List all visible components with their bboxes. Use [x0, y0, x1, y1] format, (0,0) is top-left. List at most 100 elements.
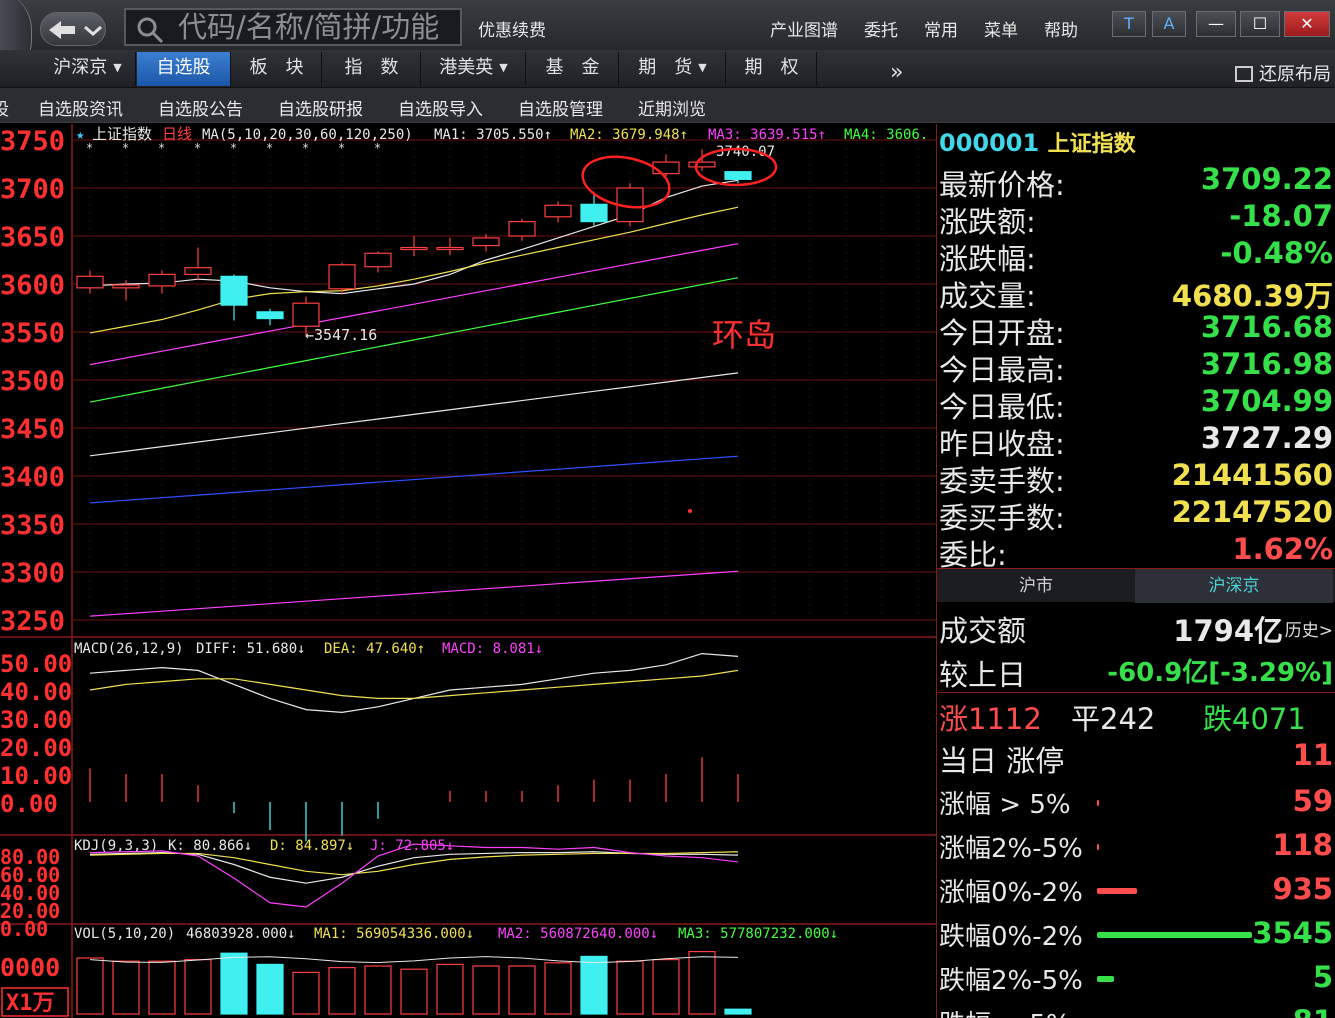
candle[interactable]: [184, 247, 212, 281]
history-link[interactable]: 历史>: [1285, 616, 1333, 641]
candle[interactable]: [76, 270, 104, 294]
quote-row: 成交量: 4680.39万: [939, 273, 1333, 313]
y-tick: 3650: [0, 222, 65, 253]
quote-row: 涨跌额: -18.07: [939, 199, 1333, 239]
tab-index[interactable]: 指 数: [323, 52, 421, 86]
volume-bar: [544, 962, 572, 1015]
volume-bar: [76, 957, 104, 1015]
y-tick: 3400: [0, 462, 65, 493]
quote-row: 委比: 1.62%: [939, 532, 1333, 572]
restore-layout-button[interactable]: 还原布局: [1235, 60, 1331, 86]
candle[interactable]: [256, 308, 284, 326]
back-button[interactable]: [40, 12, 106, 46]
candle[interactable]: [328, 262, 356, 294]
kdj-k-line: [89, 851, 739, 884]
flat-count: 平242: [1071, 702, 1156, 736]
kdj-d: D: 84.897↓: [270, 838, 354, 854]
quote-label: 涨跌额:: [939, 205, 1036, 239]
tab-sector[interactable]: 板 块: [232, 52, 322, 86]
subnav-news[interactable]: 自选股资讯: [38, 95, 123, 120]
volume-bar: [148, 960, 176, 1015]
tab-label: 港美英: [439, 57, 494, 78]
dist-label: 涨幅0%-2%: [939, 878, 1083, 908]
macd-dea: DEA: 47.640↑: [324, 641, 425, 657]
kline-chart[interactable]: * * * * * * * * * ★ 上证指数 日线 MA(5,10,20,30,60,120…: [0, 124, 936, 1018]
subnav-import[interactable]: 自选股导入: [398, 95, 483, 120]
volume-bar: [688, 950, 716, 1015]
quote-value: 3727.29: [1200, 421, 1333, 455]
tab-hsj-market[interactable]: 沪深京: [1135, 569, 1333, 603]
ma3-value: MA3: 3639.515↑: [708, 127, 826, 143]
quote-row: 委买手数: 22147520: [939, 495, 1333, 535]
order-link[interactable]: 委托: [864, 16, 898, 41]
subnav-announcements[interactable]: 自选股公告: [158, 95, 243, 120]
candle[interactable]: [220, 274, 248, 321]
promo-link[interactable]: 优惠续费: [478, 16, 546, 41]
chart-area[interactable]: * * * * * * * * * ★ 上证指数 日线 MA(5,10,20,30,60,120…: [0, 124, 936, 1018]
subnav-manage[interactable]: 自选股管理: [518, 95, 603, 120]
candle[interactable]: [544, 201, 572, 223]
dist-label: 跌幅 > 5%: [939, 1004, 1071, 1018]
common-link[interactable]: 常用: [924, 16, 958, 41]
tab-label: 沪深京: [53, 57, 108, 78]
minimize-button[interactable]: —: [1196, 11, 1236, 37]
dist-bar: [1097, 888, 1137, 894]
ma-params: MA(5,10,20,30,60,120,250): [202, 127, 413, 143]
distribution-row: 跌幅2%-5% 5: [939, 960, 1333, 996]
more-icon[interactable]: »: [890, 60, 903, 85]
y-tick: 3700: [0, 174, 65, 205]
dist-bar: [1097, 844, 1099, 850]
menu-link[interactable]: 菜单: [984, 16, 1018, 41]
ma7-line: [89, 570, 739, 617]
volume-bar: [364, 965, 392, 1015]
quote-label: 委卖手数:: [939, 464, 1065, 498]
industry-map-link[interactable]: 产业图谱: [770, 16, 838, 41]
help-link[interactable]: 帮助: [1044, 16, 1078, 41]
quote-value: -18.07: [1229, 199, 1333, 233]
quote-value: 4680.39万: [1171, 279, 1333, 313]
vol-ma2: MA2: 560872640.000↓: [498, 926, 658, 942]
y-tick: 3350: [0, 510, 65, 541]
a-icon[interactable]: A: [1152, 11, 1186, 37]
tab-hk-us[interactable]: 港美英 ▼: [422, 52, 526, 86]
volume-bar: [220, 952, 248, 1015]
dist-bar: [1097, 932, 1252, 938]
quote-label: 最新价格:: [939, 168, 1065, 202]
volume-bar: [292, 971, 320, 1015]
turnover-row: 成交额 1794亿 历史>: [939, 608, 1333, 648]
turnover-value: 1794亿: [1173, 614, 1283, 648]
search-input[interactable]: [178, 11, 458, 43]
candle[interactable]: [652, 154, 680, 177]
subnav-recent[interactable]: 近期浏览: [638, 95, 706, 120]
close-button[interactable]: ✕: [1284, 11, 1330, 37]
tab-fund[interactable]: 基 金: [527, 52, 619, 86]
maximize-button[interactable]: ☐: [1240, 11, 1280, 37]
volume-bar: [616, 960, 644, 1015]
dist-label: 涨幅2%-5%: [939, 834, 1083, 864]
ma6-line: [89, 455, 739, 504]
quote-value: 3716.68: [1200, 310, 1333, 344]
kdj-y-tick: 0.00: [0, 917, 48, 941]
tab-hushenjing[interactable]: 沪深京 ▼: [40, 52, 136, 86]
tab-sh-market[interactable]: 沪市: [937, 569, 1135, 603]
subnav-research[interactable]: 自选股研报: [278, 95, 363, 120]
candle[interactable]: [148, 270, 176, 294]
vol-ytick: 0000: [0, 953, 60, 982]
quote-panel: 000001 上证指数 最新价格: 3709.22 涨跌额: -18.07 涨跌幅: -0…: [936, 124, 1335, 1018]
t-icon[interactable]: T: [1112, 11, 1146, 37]
tab-watchlist[interactable]: 自选股: [137, 52, 231, 86]
period-label[interactable]: 日线: [162, 125, 192, 143]
tab-options[interactable]: 期 权: [727, 52, 817, 86]
star-icon: ★: [76, 127, 85, 143]
dist-bar: [1097, 976, 1114, 982]
quote-row: 涨跌幅: -0.48%: [939, 236, 1333, 276]
candle[interactable]: [436, 237, 464, 256]
candle[interactable]: [400, 236, 428, 257]
subnav-first[interactable]: 设: [0, 95, 9, 120]
search-box[interactable]: [124, 8, 462, 46]
candle[interactable]: [364, 251, 392, 273]
tab-futures[interactable]: 期 货 ▼: [620, 52, 726, 86]
macd-y-tick: 40.00: [0, 678, 72, 706]
candle[interactable]: [472, 234, 500, 252]
candle[interactable]: [508, 218, 536, 241]
